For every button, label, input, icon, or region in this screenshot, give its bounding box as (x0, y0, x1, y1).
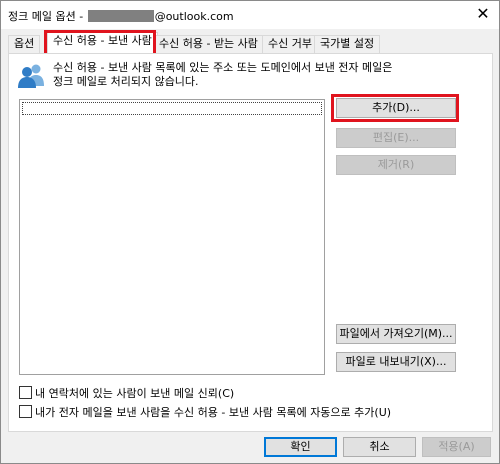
auto-add-checkbox[interactable] (19, 405, 32, 418)
list-focus-rect (22, 102, 322, 115)
close-icon[interactable]: ✕ (473, 4, 493, 24)
trust-contacts-checkbox[interactable] (19, 386, 32, 399)
safe-senders-list[interactable] (19, 99, 325, 375)
tab-panel-safe-senders: 수신 허용 - 보낸 사람 목록에 있는 주소 또는 도메인에서 보낸 전자 메… (8, 53, 493, 432)
tab-blocked-senders[interactable]: 수신 거부 (262, 35, 318, 53)
info-line-2: 정크 메일로 처리되지 않습니다. (53, 75, 199, 88)
cancel-button[interactable]: 취소 (343, 437, 416, 457)
auto-add-label: 내가 전자 메일을 보낸 사람을 수신 허용 - 보낸 사람 목록에 자동으로 … (35, 406, 392, 419)
import-from-file-button[interactable]: 파일에서 가져오기(M)... (336, 324, 456, 344)
export-to-file-button[interactable]: 파일로 내보내기(X)... (336, 352, 456, 372)
auto-add-row[interactable]: 내가 전자 메일을 보낸 사람을 수신 허용 - 보낸 사람 목록에 자동으로 … (19, 404, 392, 419)
tab-international[interactable]: 국가별 설정 (314, 35, 381, 53)
title-prefix: 정크 메일 옵션 - (8, 10, 84, 23)
window-title: 정크 메일 옵션 - @outlook.com (8, 8, 234, 24)
remove-button[interactable]: 제거(R) (336, 155, 456, 175)
trust-contacts-row[interactable]: 내 연락처에 있는 사람이 보낸 메일 신뢰(C) (19, 385, 235, 400)
apply-button[interactable]: 적용(A) (422, 437, 491, 457)
redacted-email (87, 10, 154, 22)
junk-mail-options-dialog: 정크 메일 옵션 - @outlook.com ✕ 옵션 수신 허용 - 보낸 … (0, 0, 500, 464)
info-line-1: 수신 허용 - 보낸 사람 목록에 있는 주소 또는 도메인에서 보낸 전자 메… (53, 61, 393, 74)
trust-contacts-label: 내 연락처에 있는 사람이 보낸 메일 신뢰(C) (35, 387, 235, 400)
people-icon (18, 64, 44, 88)
edit-button[interactable]: 편집(E)... (336, 128, 456, 148)
title-suffix: @outlook.com (154, 10, 234, 23)
info-description: 수신 허용 - 보낸 사람 목록에 있는 주소 또는 도메인에서 보낸 전자 메… (53, 61, 392, 89)
tab-options[interactable]: 옵션 (8, 35, 41, 53)
tab-safe-recipients[interactable]: 수신 허용 - 받는 사람 (153, 35, 264, 53)
add-button-highlight (331, 94, 459, 122)
ok-button[interactable]: 확인 (264, 437, 337, 457)
title-bar: 정크 메일 옵션 - @outlook.com ✕ (1, 1, 499, 29)
